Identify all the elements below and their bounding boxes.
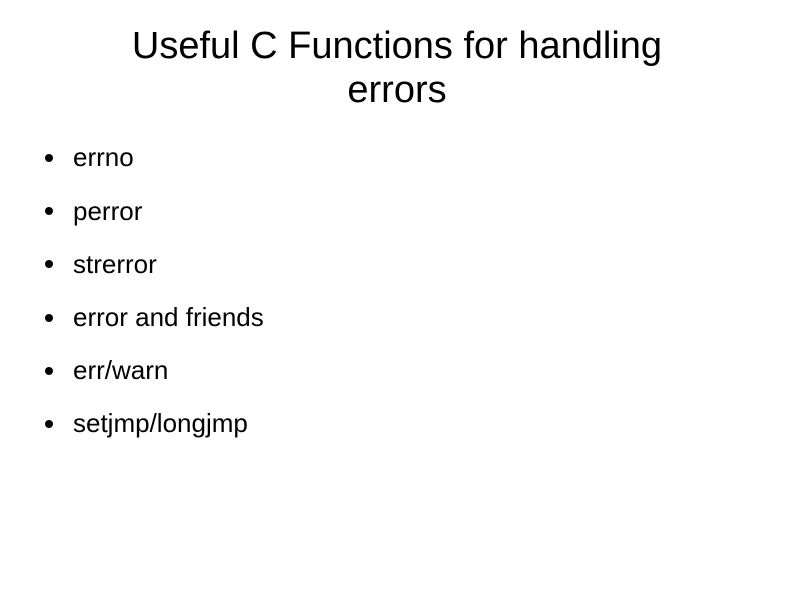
list-item: err/warn bbox=[45, 355, 754, 386]
bullet-text: err/warn bbox=[73, 355, 168, 386]
bullet-text: errno bbox=[73, 142, 134, 173]
bullet-icon bbox=[45, 367, 53, 375]
bullet-text: strerror bbox=[73, 249, 157, 280]
list-item: errno bbox=[45, 142, 754, 173]
slide-title: Useful C Functions for handling errors bbox=[40, 25, 754, 112]
bullet-icon bbox=[45, 207, 53, 215]
bullet-text: perror bbox=[73, 196, 142, 227]
list-item: setjmp/longjmp bbox=[45, 408, 754, 439]
bullet-text: error and friends bbox=[73, 302, 264, 333]
bullet-icon bbox=[45, 154, 53, 162]
list-item: strerror bbox=[45, 249, 754, 280]
list-item: perror bbox=[45, 196, 754, 227]
bullet-icon bbox=[45, 314, 53, 322]
bullet-text: setjmp/longjmp bbox=[73, 408, 248, 439]
bullet-icon bbox=[45, 260, 53, 268]
list-item: error and friends bbox=[45, 302, 754, 333]
bullet-list: errno perror strerror error and friends … bbox=[40, 142, 754, 439]
bullet-icon bbox=[45, 420, 53, 428]
